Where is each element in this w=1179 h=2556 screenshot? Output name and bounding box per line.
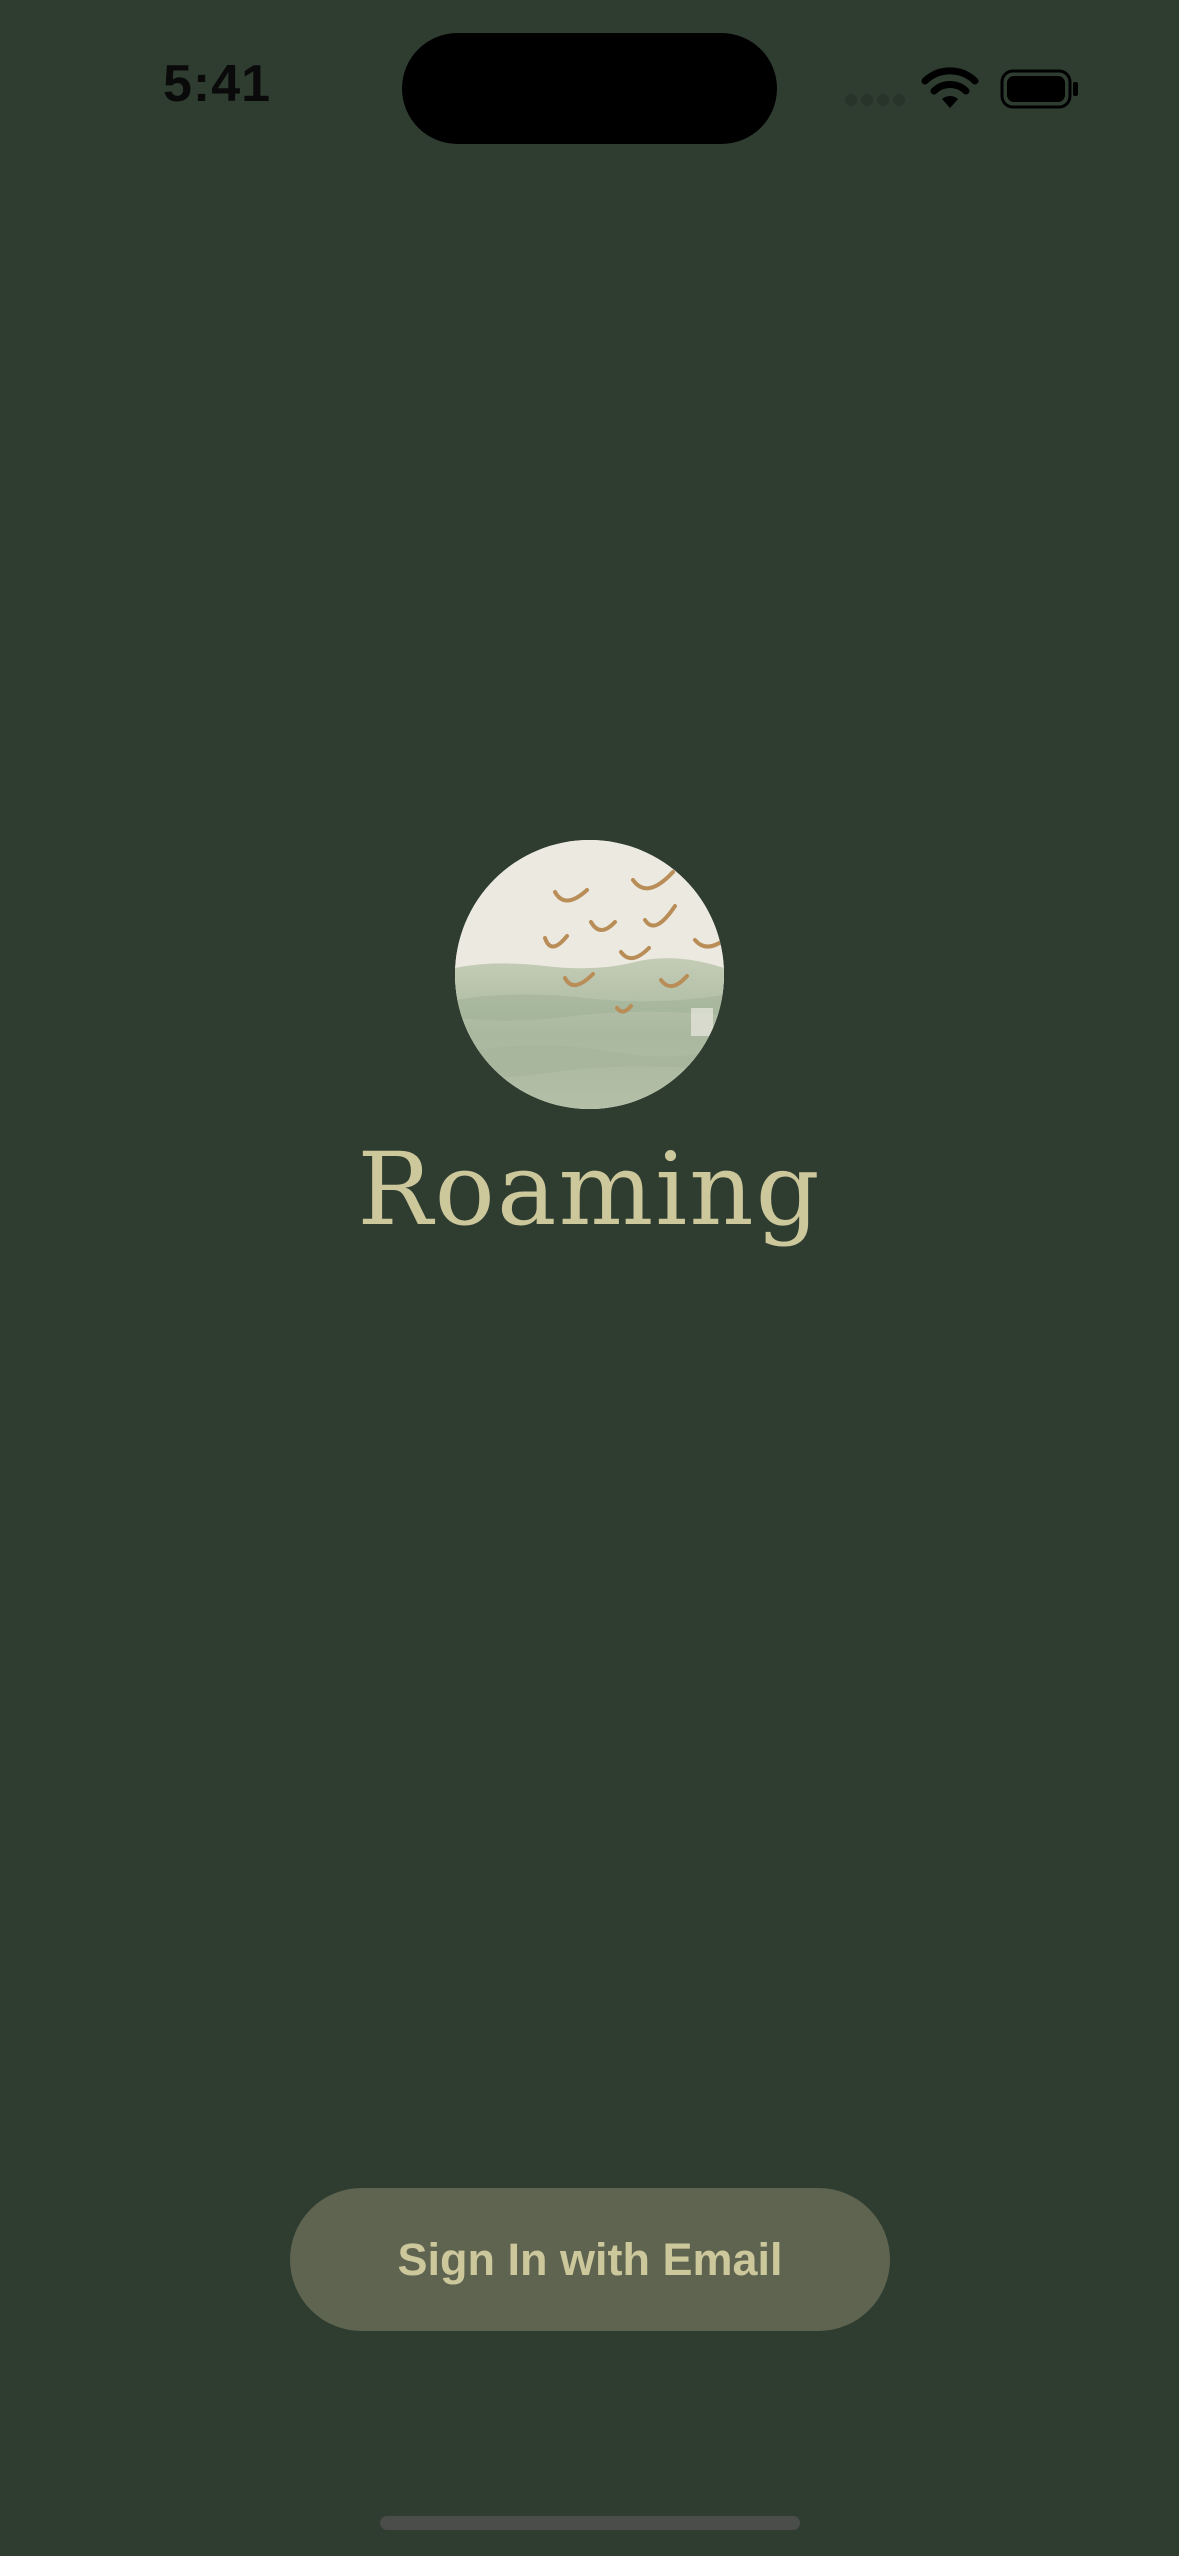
sign-in-button-label: Sign In with Email [397,2233,783,2285]
sign-in-with-email-button[interactable]: Sign In with Email [290,2188,890,2331]
status-bar: 5:41 [0,0,1179,180]
home-indicator [380,2516,800,2530]
dynamic-island [402,33,777,144]
battery-icon [1000,69,1078,109]
cellular-signal-icon [845,94,905,106]
app-logo [455,840,724,1109]
app-title: Roaming [357,1131,822,1248]
status-time: 5:41 [163,55,272,113]
birds-over-water-icon [455,840,724,1109]
wifi-icon [921,67,979,108]
